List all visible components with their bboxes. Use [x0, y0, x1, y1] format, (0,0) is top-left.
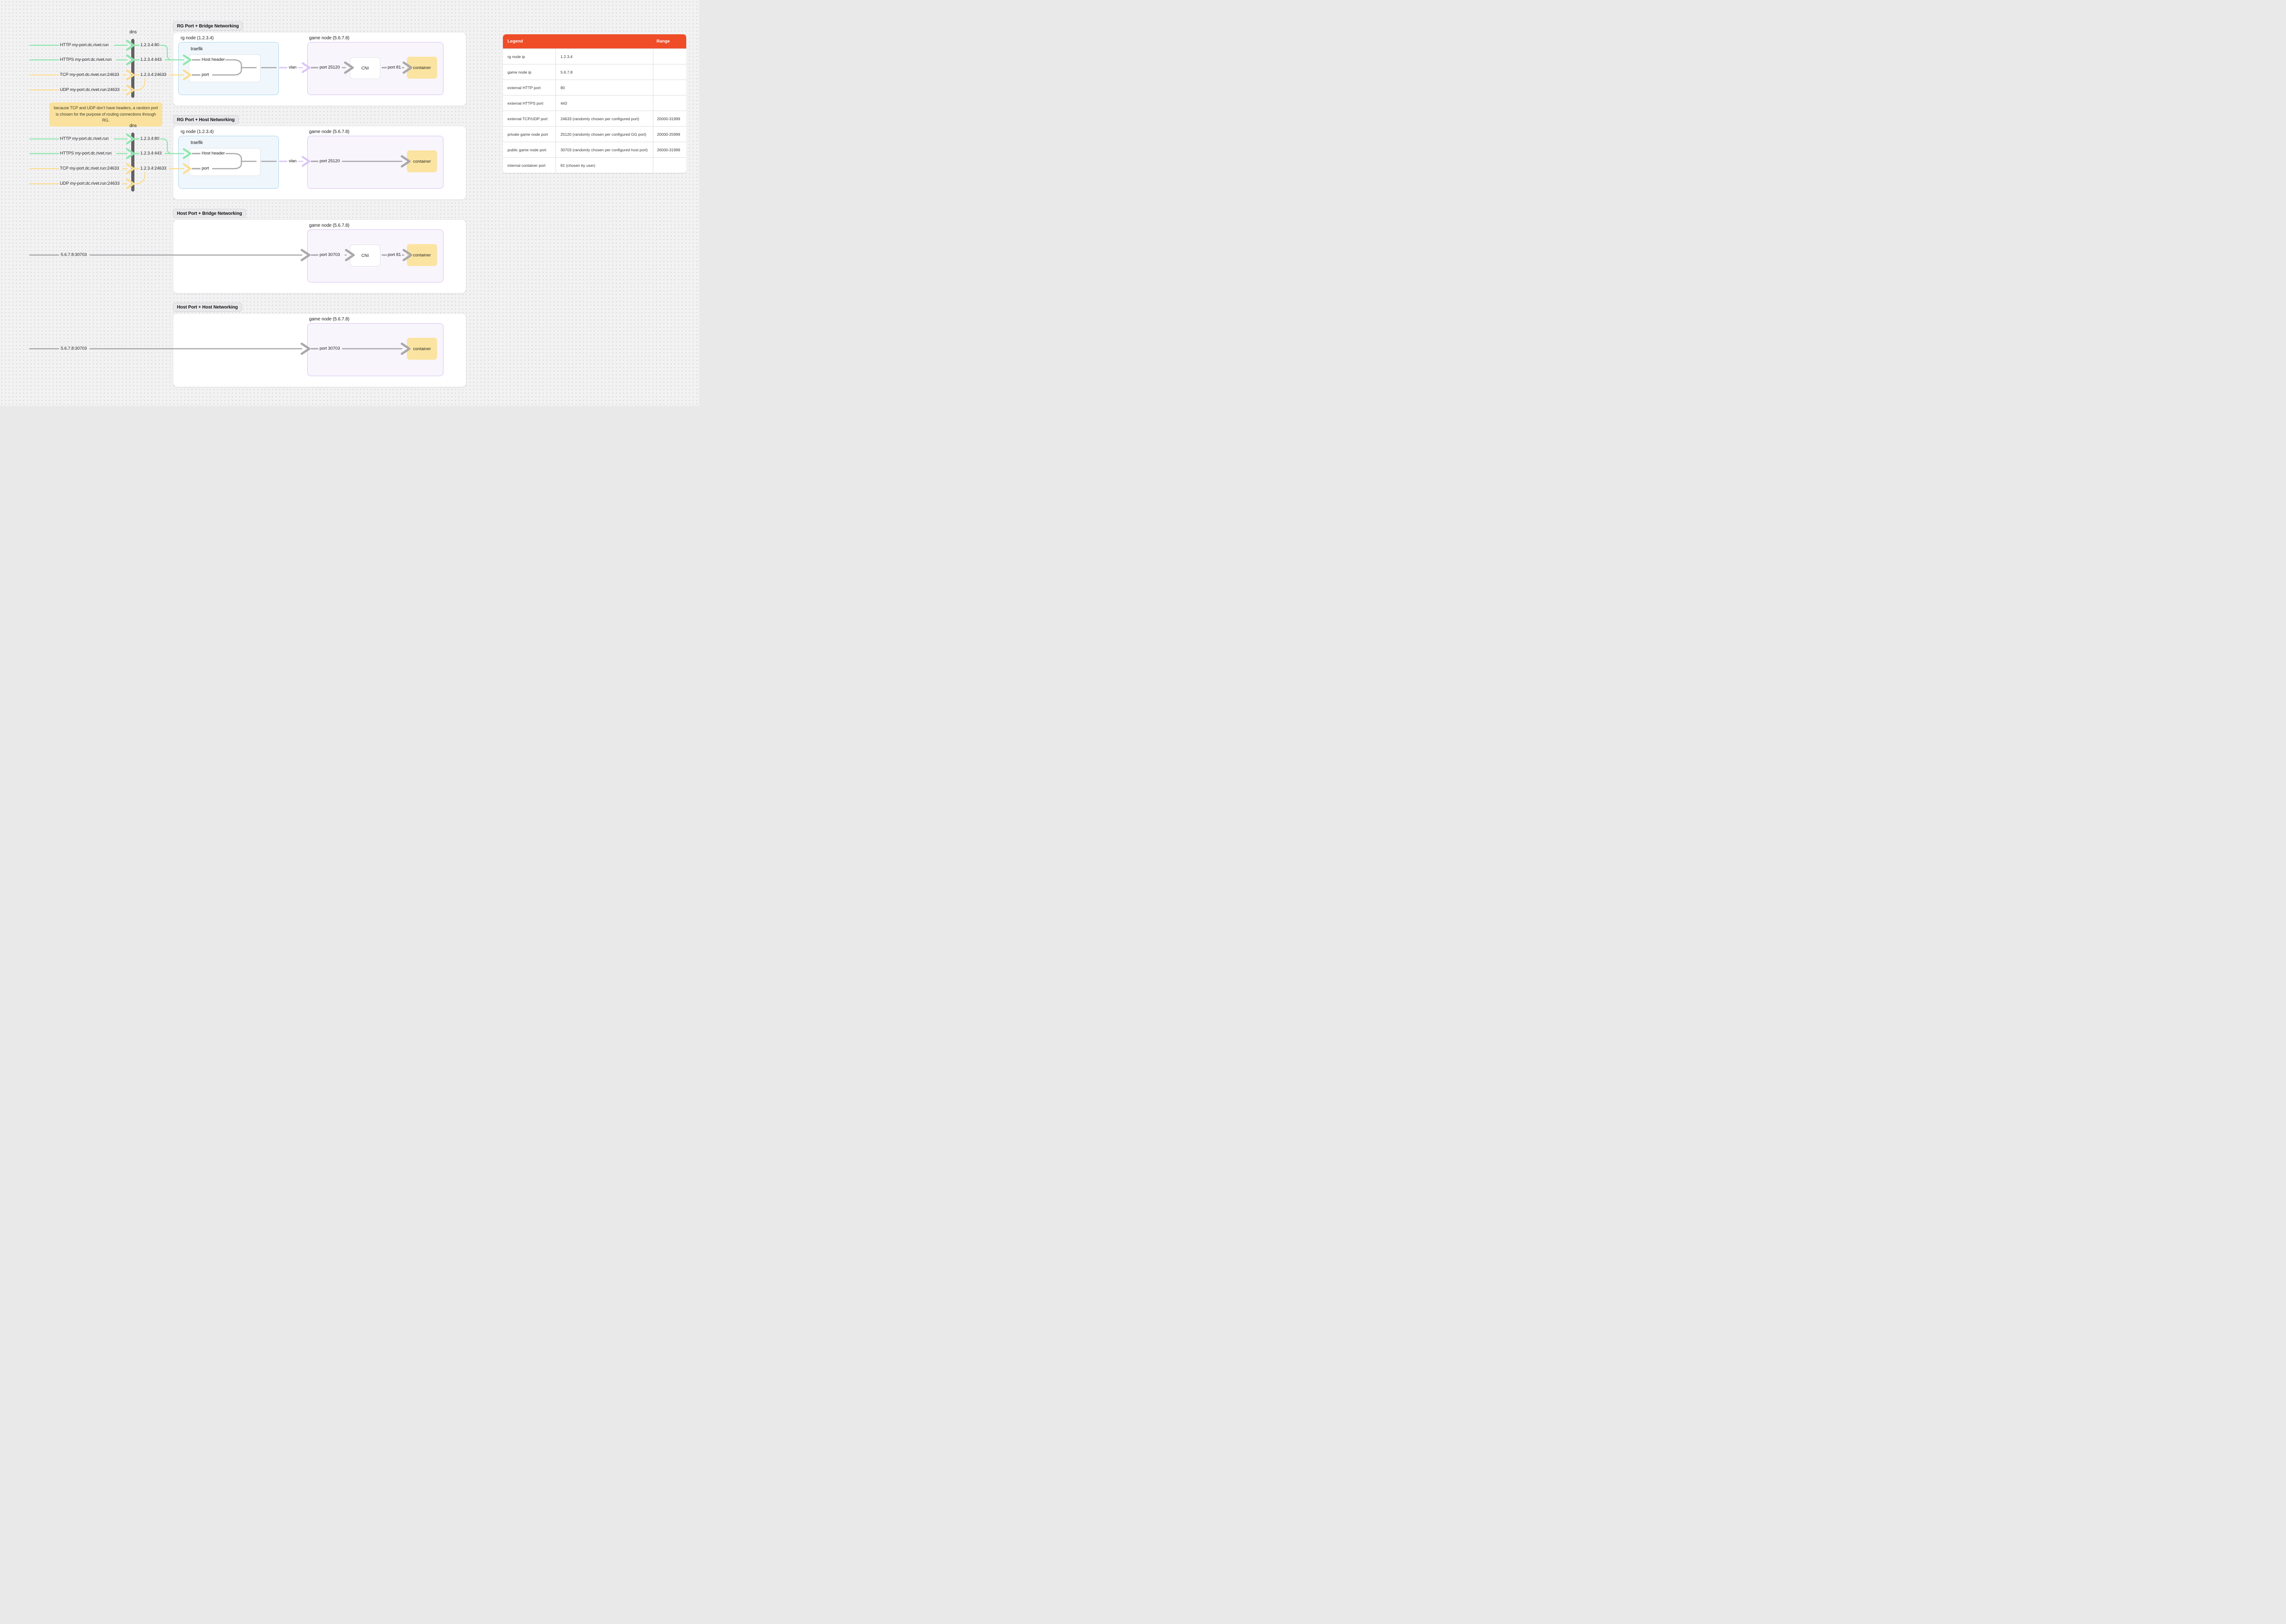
- row-value: 5.6.7.8: [555, 64, 653, 80]
- section-title-rg-host: RG Port + Host Networking: [173, 115, 239, 124]
- row-value: 30703 (randomly chosen per configured ho…: [555, 142, 653, 157]
- game-node-label-1: game node (5.6.7.8): [309, 36, 350, 41]
- dns-output-http-1: 1.2.3.4:80: [140, 43, 160, 48]
- section-title-host-host: Host Port + Host Networking: [173, 303, 242, 312]
- table-row: private game node port 25120 (randomly c…: [503, 126, 686, 142]
- row-value: 1.2.3.4: [555, 49, 653, 64]
- port-public-label-4: port 30703: [320, 346, 340, 351]
- row-value: 80: [555, 80, 653, 95]
- row-label: external HTTPS port: [507, 101, 544, 106]
- vlan-label-2: vlan: [288, 159, 297, 164]
- dns-output-http-2: 1.2.3.4:80: [140, 136, 160, 141]
- row-value: 24633 (randomly chosen per configured po…: [555, 111, 653, 126]
- dns-output-tcpudp-2: 1.2.3.4:24633: [140, 166, 166, 171]
- dns-label-2: dns: [129, 123, 137, 128]
- legend-header-cell: [555, 34, 653, 48]
- dns-label-1: dns: [129, 30, 137, 35]
- port-label-2: port: [202, 166, 209, 171]
- dns-output-https-1: 1.2.3.4:443: [140, 57, 162, 62]
- dns-input-udp-2: UDP my-port.dc.rivet.run:24633: [60, 181, 120, 186]
- row-label: external HTTP port: [507, 85, 541, 90]
- traefik-label-1: traefik: [191, 47, 203, 52]
- container-box-4: container: [407, 338, 437, 360]
- legend-table-header: Legend Range: [503, 34, 686, 48]
- port-internal-label-3: port 81: [388, 252, 401, 257]
- dns-input-https-2: HTTPS my-port.dc.rivet.run: [60, 151, 112, 156]
- row-value: 25120 (randomly chosen per configured GG…: [555, 127, 653, 142]
- container-box-3: container: [407, 244, 437, 266]
- port-label-1: port: [202, 72, 209, 77]
- row-range: [653, 80, 686, 95]
- row-range: [653, 96, 686, 111]
- legend-header-cell: Legend: [507, 39, 523, 44]
- dns-bar-2: [131, 133, 134, 192]
- dns-bar-1: [131, 39, 134, 98]
- dns-input-https-1: HTTPS my-port.dc.rivet.run: [60, 57, 112, 62]
- container-label: container: [413, 252, 431, 258]
- game-node-label-3: game node (5.6.7.8): [309, 223, 350, 228]
- table-row: external TCP/UDP port 24633 (randomly ch…: [503, 111, 686, 126]
- diagram-canvas: because TCP and UDP don’t have headers, …: [0, 0, 699, 406]
- port-private-label-2: port 25120: [320, 159, 340, 164]
- traefik-label-2: traefik: [191, 140, 203, 145]
- cni-box-3: CNI: [350, 245, 380, 266]
- host-header-label-2: Host header: [202, 151, 225, 156]
- dns-output-https-2: 1.2.3.4:443: [140, 151, 162, 156]
- game-node-label-2: game node (5.6.7.8): [309, 129, 350, 134]
- container-label: container: [413, 159, 431, 164]
- row-label: external TCP/UDP port: [507, 116, 548, 121]
- row-label: rg node ip: [507, 54, 525, 59]
- legend-header-cell: Range: [657, 39, 670, 44]
- section-title-rg-bridge: RG Port + Bridge Networking: [173, 21, 243, 31]
- row-label: game node ip: [507, 69, 532, 75]
- table-row: public game node port 30703 (randomly ch…: [503, 142, 686, 157]
- host-address-label-3: 5.6.7.8:30703: [61, 252, 87, 257]
- row-range: 26000-31999: [653, 142, 686, 157]
- rg-node-label-2: rg node (1.2.3.4): [181, 129, 214, 134]
- row-value: 81 (chosen by user): [555, 158, 653, 173]
- dns-output-tcpudp-1: 1.2.3.4:24633: [140, 72, 166, 77]
- port-public-label-3: port 30703: [320, 252, 340, 257]
- cni-box-1: CNI: [350, 57, 380, 79]
- table-row: game node ip 5.6.7.8: [503, 64, 686, 80]
- row-range: [653, 64, 686, 80]
- game-node-label-4: game node (5.6.7.8): [309, 317, 350, 322]
- table-row: external HTTPS port 443: [503, 95, 686, 111]
- dns-connectors-1: [29, 40, 192, 96]
- row-range: [653, 49, 686, 64]
- section-title-host-bridge: Host Port + Bridge Networking: [173, 209, 246, 218]
- dns-input-tcp-2: TCP my-port.dc.rivet.run:24633: [60, 166, 119, 171]
- container-label: container: [413, 346, 431, 351]
- container-box-2: container: [407, 150, 437, 172]
- legend-table: Legend Range rg node ip 1.2.3.4 game nod…: [503, 34, 686, 173]
- row-range: [653, 158, 686, 173]
- host-header-label-1: Host header: [202, 57, 225, 62]
- row-range: 20000-25999: [653, 127, 686, 142]
- table-row: external HTTP port 80: [503, 80, 686, 95]
- host-address-label-4: 5.6.7.8:30703: [61, 346, 87, 351]
- container-box-1: container: [407, 57, 437, 79]
- port-private-label-1: port 25120: [320, 65, 340, 70]
- table-row: internal container port 81 (chosen by us…: [503, 157, 686, 173]
- row-label: public game node port: [507, 147, 547, 152]
- dns-connectors-2: [29, 133, 192, 189]
- dns-input-udp-1: UDP my-port.dc.rivet.run:24633: [60, 87, 120, 92]
- cni-label: CNI: [361, 253, 369, 258]
- row-range: 20000-31999: [653, 111, 686, 126]
- vlan-label-1: vlan: [288, 65, 297, 70]
- row-value: 443: [555, 96, 653, 111]
- row-label: internal container port: [507, 163, 546, 168]
- row-label: private game node port: [507, 132, 548, 137]
- rg-node-label-1: rg node (1.2.3.4): [181, 36, 214, 41]
- dns-input-tcp-1: TCP my-port.dc.rivet.run:24633: [60, 72, 119, 77]
- note-box: because TCP and UDP don’t have headers, …: [49, 102, 162, 127]
- dns-input-http-1: HTTP my-port.dc.rivet.run: [60, 43, 109, 48]
- container-label: container: [413, 65, 431, 70]
- table-row: rg node ip 1.2.3.4: [503, 48, 686, 64]
- dns-input-http-2: HTTP my-port.dc.rivet.run: [60, 136, 109, 141]
- cni-label: CNI: [361, 65, 369, 71]
- port-internal-label-1: port 81: [388, 65, 401, 70]
